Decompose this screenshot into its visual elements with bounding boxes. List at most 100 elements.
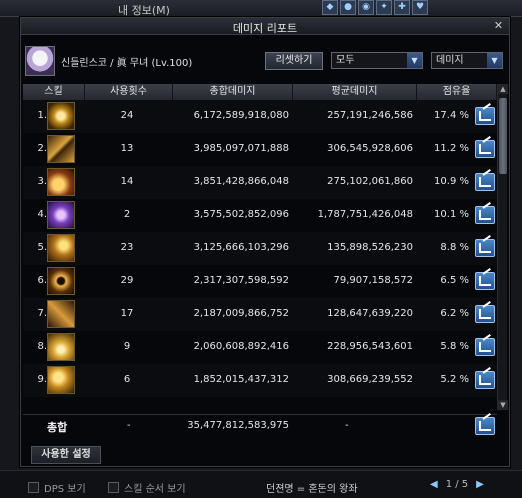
table-row[interactable]: 2. 13 3,985,097,071,888 306,545,928,606 … (23, 133, 497, 166)
row-index: 3. (37, 176, 47, 187)
table-row[interactable]: 5. 23 3,125,666,103,296 135,898,526,230 … (23, 232, 497, 265)
skill-icon (47, 234, 75, 262)
row-index: 9. (37, 374, 47, 385)
hud-icon-4[interactable]: ✦ (376, 0, 392, 15)
row-index: 6. (37, 275, 47, 286)
share-button[interactable] (475, 140, 495, 158)
hud-icon-1[interactable]: ◆ (322, 0, 338, 15)
skill-icon (47, 135, 75, 163)
skill-order-label: 스킬 순서 보기 (124, 484, 186, 495)
share-percent: 5.2 % (440, 374, 469, 385)
filter-select-value: 모두 (336, 55, 355, 66)
share-button[interactable] (475, 206, 495, 224)
checkbox-box[interactable] (108, 482, 119, 493)
share-percent: 6.2 % (440, 308, 469, 319)
avg-damage: 257,191,246,586 (327, 110, 413, 121)
table-row[interactable]: 8. 9 2,060,608,892,416 228,956,543,601 5… (23, 331, 497, 364)
share-percent: 5.8 % (440, 341, 469, 352)
next-page-icon[interactable]: ▶ (476, 479, 484, 490)
avatar (25, 46, 55, 76)
character-name: 신들린스코 / 眞 무녀 (Lv.100) (61, 58, 193, 69)
skill-icon (47, 333, 75, 361)
use-count: 13 (120, 143, 134, 154)
use-count: 2 (123, 209, 131, 220)
report-titlebar[interactable]: 데미지 리포트 ✕ (21, 18, 509, 35)
share-button[interactable] (475, 371, 495, 389)
table-row[interactable]: 4. 2 3,575,502,852,096 1,787,751,426,048… (23, 199, 497, 232)
skill-icon (47, 201, 75, 229)
total-damage: 2,060,608,892,416 (193, 341, 289, 352)
share-button[interactable] (475, 173, 495, 191)
share-percent: 11.2 % (434, 143, 469, 154)
table-row[interactable]: 9. 6 1,852,015,437,312 308,669,239,552 5… (23, 364, 497, 397)
total-damage: 1,852,015,437,312 (193, 374, 289, 385)
col-count[interactable]: 사용횟수 (85, 84, 173, 100)
share-percent: 10.1 % (434, 209, 469, 220)
share-icon (479, 243, 491, 253)
scroll-thumb[interactable] (499, 98, 507, 174)
share-icon (479, 421, 491, 431)
report-header: 신들린스코 / 眞 무녀 (Lv.100) 리셋하기 모두 ▼ 데미지 ▼ (21, 42, 509, 82)
hud-icon-6[interactable]: ♥ (412, 0, 428, 15)
filter-select[interactable]: 모두 ▼ (331, 52, 423, 69)
share-icon (479, 375, 491, 385)
row-index: 4. (37, 209, 47, 220)
chevron-down-icon[interactable]: ▼ (487, 53, 502, 68)
use-count: 23 (120, 242, 134, 253)
checkbox-box[interactable] (28, 482, 39, 493)
share-button[interactable] (475, 305, 495, 323)
skill-icon (47, 366, 75, 394)
col-share[interactable]: 점유율 (417, 84, 497, 100)
hud-icon-3[interactable]: ◉ (358, 0, 374, 15)
total-damage: 6,172,589,918,080 (193, 110, 289, 121)
hud-icon-bar: ◆ ● ◉ ✦ ✚ ♥ (322, 0, 428, 15)
row-index: 7. (37, 308, 47, 319)
avg-damage: 308,669,239,552 (327, 374, 413, 385)
close-icon[interactable]: ✕ (492, 20, 505, 33)
col-avg[interactable]: 평균데미지 (293, 84, 417, 100)
col-skill[interactable]: 스킬 (23, 84, 85, 100)
share-button[interactable] (475, 272, 495, 290)
skill-order-checkbox[interactable]: 스킬 순서 보기 (108, 480, 186, 495)
avg-damage: 128,647,639,220 (327, 308, 413, 319)
share-button[interactable] (475, 107, 495, 125)
tab-used-settings[interactable]: 사용한 설정 (31, 446, 101, 464)
hud-icon-2[interactable]: ● (340, 0, 356, 15)
share-icon (479, 309, 491, 319)
avg-damage: 79,907,158,572 (333, 275, 413, 286)
reset-button[interactable]: 리셋하기 (265, 52, 323, 70)
share-percent: 17.4 % (434, 110, 469, 121)
table-row[interactable]: 3. 14 3,851,428,866,048 275,102,061,860 … (23, 166, 497, 199)
share-button[interactable] (475, 239, 495, 257)
share-icon (479, 210, 491, 220)
chevron-down-icon[interactable]: ▼ (407, 53, 422, 68)
use-count: 24 (120, 110, 134, 121)
share-icon (479, 342, 491, 352)
table-scrollbar[interactable]: ▲ ▼ (497, 84, 508, 410)
dps-checkbox[interactable]: DPS 보기 (28, 480, 86, 495)
table-row[interactable]: 6. 29 2,317,307,598,592 79,907,158,572 6… (23, 265, 497, 298)
share-percent: 6.5 % (440, 275, 469, 286)
table-row[interactable]: 1. 24 6,172,589,918,080 257,191,246,586 … (23, 100, 497, 133)
bottom-bar: DPS 보기 스킬 순서 보기 던젼명 = 혼돈의 왕좌 ◀ 1 / 5 ▶ (0, 470, 522, 498)
col-total[interactable]: 총합데미지 (173, 84, 293, 100)
share-button[interactable] (475, 338, 495, 356)
row-index: 5. (37, 242, 47, 253)
total-row: 총합 - 35,477,812,583,975 - (23, 414, 497, 436)
share-percent: 8.8 % (440, 242, 469, 253)
share-button[interactable] (475, 417, 495, 435)
share-icon (479, 177, 491, 187)
avg-damage: 228,956,543,601 (327, 341, 413, 352)
use-count: 14 (120, 176, 134, 187)
metric-select[interactable]: 데미지 ▼ (431, 52, 503, 69)
table-row[interactable]: 7. 17 2,187,009,866,752 128,647,639,220 … (23, 298, 497, 331)
scroll-up-icon[interactable]: ▲ (498, 84, 508, 94)
hud-icon-5[interactable]: ✚ (394, 0, 410, 15)
skill-icon (47, 168, 75, 196)
prev-page-icon[interactable]: ◀ (430, 479, 438, 490)
use-count: 29 (120, 275, 134, 286)
dps-label: DPS 보기 (44, 484, 86, 495)
pager: ◀ 1 / 5 ▶ (430, 479, 484, 490)
scroll-down-icon[interactable]: ▼ (498, 400, 508, 410)
share-icon (479, 144, 491, 154)
